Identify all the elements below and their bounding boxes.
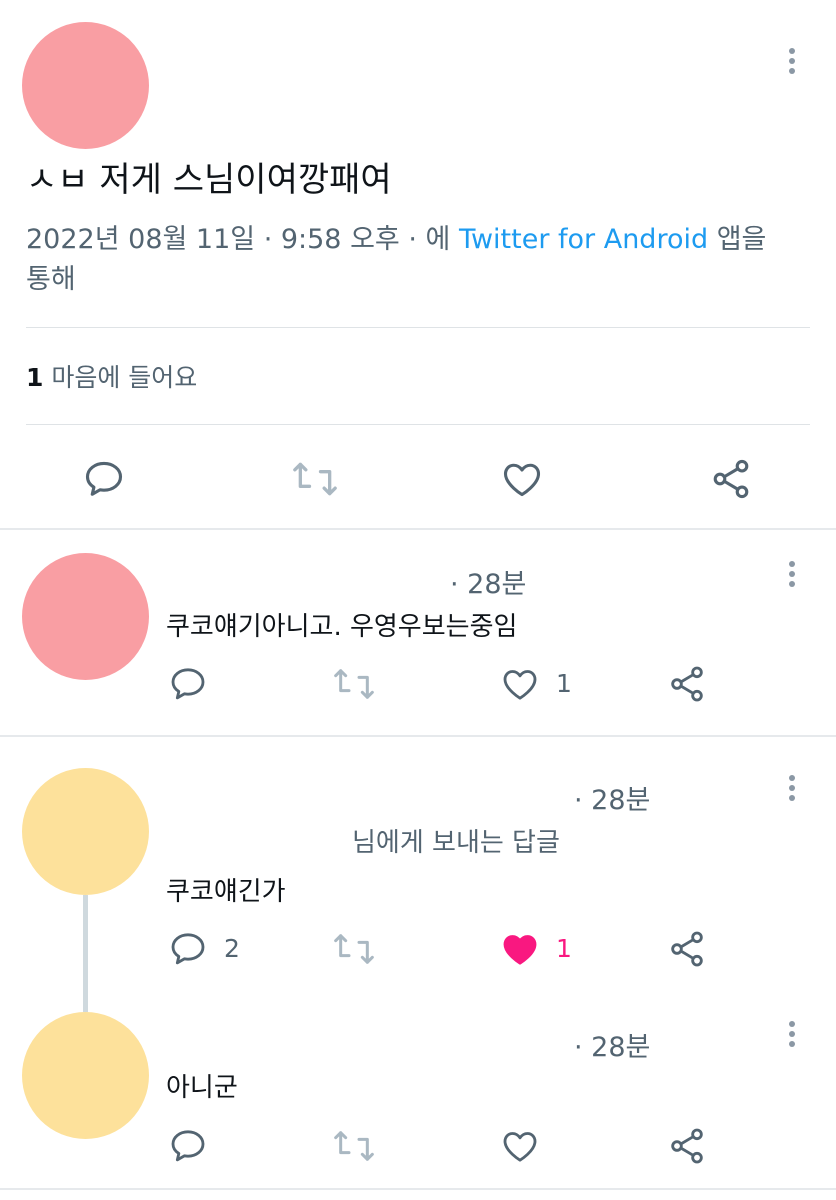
share-icon[interactable] bbox=[709, 457, 753, 501]
retweet-icon[interactable] bbox=[332, 929, 376, 969]
likes-count: 1 bbox=[26, 363, 44, 392]
reply-icon[interactable] bbox=[168, 664, 208, 704]
tweet-date: 2022년 08월 11일 · 9:58 오후 · 에 bbox=[26, 224, 451, 255]
divider bbox=[26, 327, 810, 328]
main-tweet-meta: 2022년 08월 11일 · 9:58 오후 · 에 Twitter for … bbox=[26, 220, 816, 300]
divider bbox=[0, 1188, 836, 1190]
retweet-icon[interactable] bbox=[291, 457, 339, 501]
reply-text: 쿠코얘기아니고. 우영우보는중임 bbox=[166, 612, 518, 642]
like-count: 1 bbox=[556, 934, 572, 963]
likes-label: 마음에 들어요 bbox=[51, 363, 198, 392]
tweet-source-suffix: 앱을 bbox=[716, 224, 767, 255]
likes-summary[interactable]: 1 마음에 들어요 bbox=[26, 358, 197, 394]
reply-avatar[interactable] bbox=[22, 553, 149, 680]
divider bbox=[0, 735, 836, 737]
reply-avatar[interactable] bbox=[22, 768, 149, 895]
replying-to: 님에게 보내는 답글 bbox=[352, 828, 560, 858]
reply-avatar[interactable] bbox=[22, 1012, 149, 1139]
divider bbox=[26, 424, 810, 425]
retweet-icon[interactable] bbox=[332, 1126, 376, 1166]
reply-time: · 28분 bbox=[574, 785, 651, 816]
like-count: 1 bbox=[556, 669, 572, 698]
reply-time: · 28분 bbox=[574, 1032, 651, 1063]
main-tweet-text: ㅅㅂ 저게 스님이여깡패여 bbox=[26, 160, 392, 200]
tweet-source-suffix-2: 통해 bbox=[26, 264, 76, 295]
reply-icon[interactable] bbox=[82, 457, 126, 501]
main-more-icon[interactable] bbox=[787, 48, 797, 78]
divider bbox=[0, 528, 836, 530]
share-icon[interactable] bbox=[667, 929, 707, 969]
like-icon[interactable] bbox=[500, 1126, 540, 1166]
thread-connector bbox=[83, 895, 88, 1012]
main-avatar[interactable] bbox=[22, 22, 149, 149]
share-icon[interactable] bbox=[667, 1126, 707, 1166]
tweet-source-link[interactable]: Twitter for Android bbox=[459, 224, 708, 255]
reply-more-icon[interactable] bbox=[787, 1021, 797, 1051]
reply-icon[interactable] bbox=[168, 929, 208, 969]
reply-text: 쿠코얘긴가 bbox=[166, 877, 286, 907]
like-icon[interactable] bbox=[500, 664, 540, 704]
reply-text: 아니군 bbox=[166, 1073, 238, 1103]
share-icon[interactable] bbox=[667, 664, 707, 704]
reply-count: 2 bbox=[224, 934, 240, 963]
reply-more-icon[interactable] bbox=[787, 775, 797, 805]
like-filled-icon[interactable] bbox=[500, 929, 540, 969]
reply-icon[interactable] bbox=[168, 1126, 208, 1166]
reply-time: · 28분 bbox=[450, 569, 527, 600]
retweet-icon[interactable] bbox=[332, 664, 376, 704]
like-icon[interactable] bbox=[500, 457, 544, 501]
reply-more-icon[interactable] bbox=[787, 561, 797, 591]
